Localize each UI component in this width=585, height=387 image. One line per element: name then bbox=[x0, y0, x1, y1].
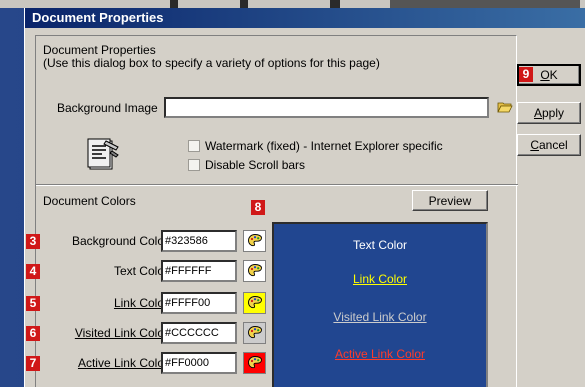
callout-badge-3: 3 bbox=[26, 234, 40, 249]
callout-badge-7: 7 bbox=[26, 356, 40, 371]
palette-icon bbox=[247, 234, 262, 247]
cancel-label-rest: ancel bbox=[538, 138, 568, 152]
content-panel: Document Properties (Use this dialog box… bbox=[26, 35, 518, 387]
palette-icon bbox=[247, 296, 262, 309]
document-properties-icon bbox=[87, 138, 119, 170]
apply-button[interactable]: Apply bbox=[517, 102, 581, 124]
ok-label-rest: K bbox=[549, 68, 558, 82]
cancel-button[interactable]: Cancel bbox=[517, 134, 581, 156]
callout-badge-4: 4 bbox=[26, 264, 40, 279]
color-picker-button[interactable] bbox=[243, 230, 266, 252]
color-hex-input[interactable]: #FFFF00 bbox=[161, 292, 237, 314]
color-hex-input[interactable]: #CCCCCC bbox=[161, 322, 237, 344]
color-hex-input[interactable]: #323586 bbox=[161, 230, 237, 252]
cancel-mnemonic: C bbox=[530, 138, 539, 152]
preview-active-link-color: Active Link Color bbox=[334, 347, 426, 361]
disable-scroll-checkbox[interactable] bbox=[188, 159, 200, 171]
browse-folder-button[interactable] bbox=[495, 98, 515, 116]
preview-text-color: Text Color bbox=[352, 238, 408, 252]
watermark-option[interactable]: Watermark (fixed) - Internet Explorer sp… bbox=[188, 139, 443, 153]
callout-badge-6: 6 bbox=[26, 326, 40, 341]
color-label[interactable]: Visited Link Color bbox=[75, 326, 168, 340]
apply-mnemonic: A bbox=[533, 106, 542, 120]
color-row: 6 Visited Link Color #CCCCCC bbox=[26, 322, 286, 346]
disable-scroll-label: Disable Scroll bars bbox=[205, 158, 306, 172]
background-window-strip bbox=[0, 0, 585, 8]
color-picker-button[interactable] bbox=[243, 352, 266, 374]
color-picker-button[interactable] bbox=[243, 322, 266, 344]
color-row: 3 Background Color #323586 bbox=[26, 230, 286, 254]
color-row: 5 Link Color #FFFF00 bbox=[26, 292, 286, 316]
color-row: 7 Active Link Color #FF0000 bbox=[26, 352, 286, 376]
folder-open-icon bbox=[497, 102, 513, 113]
dialog-description: Document Properties (Use this dialog box… bbox=[43, 44, 380, 70]
preview-button[interactable]: Preview bbox=[412, 190, 488, 211]
callout-badge-9: 9 bbox=[519, 67, 533, 82]
preview-link-color: Link Color bbox=[352, 272, 408, 286]
watermark-label: Watermark (fixed) - Internet Explorer sp… bbox=[205, 139, 443, 153]
disable-scroll-option[interactable]: Disable Scroll bars bbox=[188, 158, 305, 172]
palette-icon bbox=[247, 264, 262, 277]
color-preview-panel: Text Color Link Color Visited Link Color… bbox=[272, 222, 488, 387]
background-image-input[interactable] bbox=[164, 97, 489, 118]
color-label[interactable]: Link Color bbox=[114, 296, 168, 310]
callout-badge-5: 5 bbox=[26, 296, 40, 311]
ok-mnemonic: O bbox=[540, 68, 550, 82]
color-hex-input[interactable]: #FF0000 bbox=[161, 352, 237, 374]
color-row: 4 Text Color #FFFFFF bbox=[26, 260, 286, 284]
color-label[interactable]: Active Link Color bbox=[78, 356, 168, 370]
callout-badge-8: 8 bbox=[251, 200, 265, 215]
watermark-checkbox[interactable] bbox=[188, 140, 200, 152]
document-properties-dialog: Document Properties Document Properties … bbox=[24, 8, 585, 387]
palette-icon bbox=[247, 356, 262, 369]
document-colors-label: Document Colors bbox=[43, 194, 136, 208]
color-picker-button[interactable] bbox=[243, 292, 266, 314]
description-line-2: (Use this dialog box to specify a variet… bbox=[43, 56, 380, 70]
section-divider bbox=[36, 184, 518, 186]
dialog-title: Document Properties bbox=[32, 10, 164, 25]
background-image-label: Background Image bbox=[57, 101, 158, 115]
palette-icon bbox=[247, 326, 262, 339]
color-label: Background Color bbox=[71, 234, 168, 248]
color-picker-button[interactable] bbox=[243, 260, 266, 282]
color-label: Text Color bbox=[113, 264, 168, 278]
dialog-title-bar[interactable]: Document Properties bbox=[25, 8, 585, 28]
preview-visited-link-color: Visited Link Color bbox=[333, 310, 427, 324]
color-hex-input[interactable]: #FFFFFF bbox=[161, 260, 237, 282]
apply-label-rest: pply bbox=[542, 106, 565, 120]
